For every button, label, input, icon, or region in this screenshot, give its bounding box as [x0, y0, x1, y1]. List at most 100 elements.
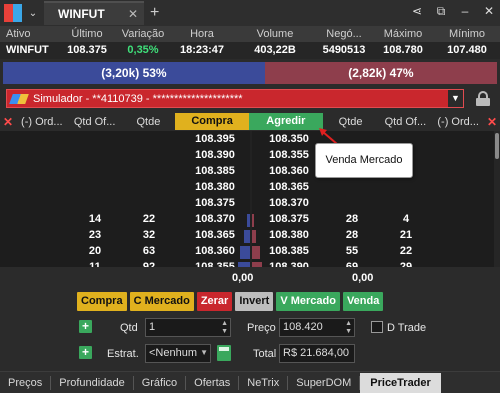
popout-icon[interactable]: ⧉ [434, 4, 448, 19]
ladder-cell-qtd_of_l: 20 [88, 245, 102, 257]
preco-stepper[interactable]: ▲ ▼ [345, 320, 352, 336]
ladder-cell-bid: 108.365 [195, 229, 235, 241]
qtd-label: Qtd [120, 322, 138, 334]
cancel-buy-orders-icon[interactable]: ✕ [0, 115, 16, 129]
account-select[interactable]: Simulador - **4110739 - ****************… [6, 89, 464, 108]
total-value: R$ 21.684,00 [283, 347, 350, 359]
expand-strategy-button[interactable]: + [79, 346, 92, 359]
minimize-icon[interactable]: – [458, 4, 472, 19]
account-icon [9, 93, 29, 104]
total-field: R$ 21.684,00 [279, 344, 355, 363]
header-qtde-right: Qtde [338, 115, 363, 128]
add-tab-icon[interactable]: + [150, 4, 159, 22]
header-ord-left: (-) Ord... [21, 115, 63, 128]
ladder-cell-ask: 108.355 [269, 149, 309, 161]
invert-button[interactable]: Invert [235, 292, 274, 311]
ladder-cell-qtde_r: 28 [345, 213, 359, 225]
quote-negocios: 5490513 [322, 44, 366, 56]
ladder-cell-qtde_l: 22 [142, 213, 156, 225]
ladder-scrollbar[interactable] [494, 131, 500, 267]
ladder-cell-ask: 108.370 [269, 197, 309, 209]
qtd-value: 1 [149, 321, 156, 333]
ladder-cell-bid: 108.375 [195, 197, 235, 209]
quote-maximo: 108.780 [383, 44, 423, 56]
qtd-input[interactable]: 1 ▲ ▼ [145, 318, 231, 337]
expand-qtd-button[interactable]: + [79, 320, 92, 333]
compra-button[interactable]: Compra [77, 292, 127, 311]
ladder-row[interactable]: 108.375 108.370 [0, 196, 494, 212]
totals-row: 0,00 0,00 [0, 269, 500, 289]
ladder-row[interactable]: 108.380 108.365 [0, 180, 494, 196]
v-mercado-button[interactable]: V Mercado [276, 292, 340, 311]
header-maximo: Máximo [383, 28, 423, 40]
strategy-select[interactable]: <Nenhum ▼ [145, 344, 211, 363]
ladder-cell-bid: 108.360 [195, 245, 235, 257]
price-ladder[interactable]: 108.395 108.350 108.390 108.355 108.385 108.3… [0, 131, 494, 267]
quote-minimo: 107.480 [447, 44, 487, 56]
close-icon[interactable]: ✕ [482, 4, 496, 19]
ladder-row[interactable]: 23 32 108.365 108.380 28 21 [0, 228, 494, 244]
ladder-cell-qtde_r: 28 [345, 229, 359, 241]
total-label: Total [253, 348, 277, 360]
header-volume: Volume [256, 28, 294, 40]
close-tab-icon[interactable]: ✕ [128, 7, 138, 21]
ladder-cell-ask: 108.390 [269, 261, 309, 267]
bid-volume-bar [244, 230, 250, 243]
preco-input[interactable]: 108.420 ▲ ▼ [279, 318, 355, 337]
ladder-cell-qtde_l: 32 [142, 229, 156, 241]
ladder-row[interactable]: 20 63 108.360 108.385 55 22 [0, 244, 494, 260]
lock-icon[interactable] [476, 91, 490, 106]
quote-header: Ativo Último Variação Hora Volume Negó..… [0, 26, 500, 42]
ladder-cell-ask: 108.380 [269, 229, 309, 241]
ladder-cell-ask: 108.375 [269, 213, 309, 225]
share-icon[interactable]: ⋖ [410, 4, 424, 19]
calculator-icon[interactable] [217, 345, 231, 361]
app-logo-icon[interactable] [4, 4, 24, 22]
ask-volume-bar [252, 230, 256, 243]
d-trade-label: D Trade [387, 322, 427, 334]
zerar-button[interactable]: Zerar [196, 292, 233, 311]
venda-button[interactable]: Venda [342, 292, 384, 311]
tab-ofertas[interactable]: Ofertas [186, 375, 240, 390]
tab-gráfico[interactable]: Gráfico [134, 375, 187, 390]
compra-header-button[interactable]: Compra [175, 113, 249, 130]
strategy-dropdown-icon[interactable]: ▼ [200, 349, 208, 357]
ladder-row[interactable]: 108.385 108.360 [0, 164, 494, 180]
scrollbar-thumb[interactable] [495, 133, 499, 159]
dropdown-arrow-icon[interactable]: ▼ [448, 90, 463, 107]
agredir-header-button[interactable]: Agredir [249, 113, 323, 130]
tab-winfut[interactable]: WINFUT ✕ [44, 1, 144, 25]
quote-variacao: 0,35% [127, 44, 159, 56]
c-mercado-button[interactable]: C Mercado [129, 292, 194, 311]
tab-profundidade[interactable]: Profundidade [51, 375, 134, 390]
ask-volume-bar [252, 246, 260, 259]
tab-superdom[interactable]: SuperDOM [288, 375, 361, 390]
preco-label: Preço [247, 322, 276, 334]
ladder-row[interactable]: 108.390 108.355 [0, 148, 494, 164]
header-negocios: Negó... [326, 28, 362, 40]
d-trade-checkbox[interactable] [371, 321, 383, 333]
ladder-cell-qtd_of_l: 23 [88, 229, 102, 241]
ladder-cell-bid: 108.385 [195, 165, 235, 177]
total-left: 0,00 [232, 272, 254, 284]
bid-volume-bar [238, 262, 250, 267]
tab-netrix[interactable]: NeTrix [239, 375, 289, 390]
chevron-down-icon[interactable]: ⌄ [26, 8, 40, 19]
tab-pricetrader[interactable]: PriceTrader [360, 372, 441, 393]
ladder-cell-qtde_r: 55 [345, 245, 359, 257]
qtd-stepper[interactable]: ▲ ▼ [221, 320, 228, 336]
buy-strength: (3,20k) 53% [3, 62, 265, 84]
header-qtd-of-right: Qtd Of... [384, 115, 427, 128]
ladder-cell-qtde_l: 63 [142, 245, 156, 257]
bid-volume-bar [247, 214, 250, 227]
ladder-row[interactable]: 14 22 108.370 108.375 28 4 [0, 212, 494, 228]
quote-row[interactable]: WINFUT 108.375 0,35% 18:23:47 403,22B 54… [0, 42, 500, 59]
ladder-row[interactable]: 108.395 108.350 [0, 132, 494, 148]
window-controls: ⋖ ⧉ – ✕ [410, 4, 496, 19]
estrat-label: Estrat. [107, 348, 139, 360]
ladder-row[interactable]: 11 92 108.355 108.390 69 29 [0, 260, 494, 267]
bid-volume-bar [240, 246, 250, 259]
cancel-sell-orders-icon[interactable]: ✕ [484, 115, 500, 129]
tab-preços[interactable]: Preços [0, 375, 52, 390]
header-hora: Hora [190, 28, 214, 40]
